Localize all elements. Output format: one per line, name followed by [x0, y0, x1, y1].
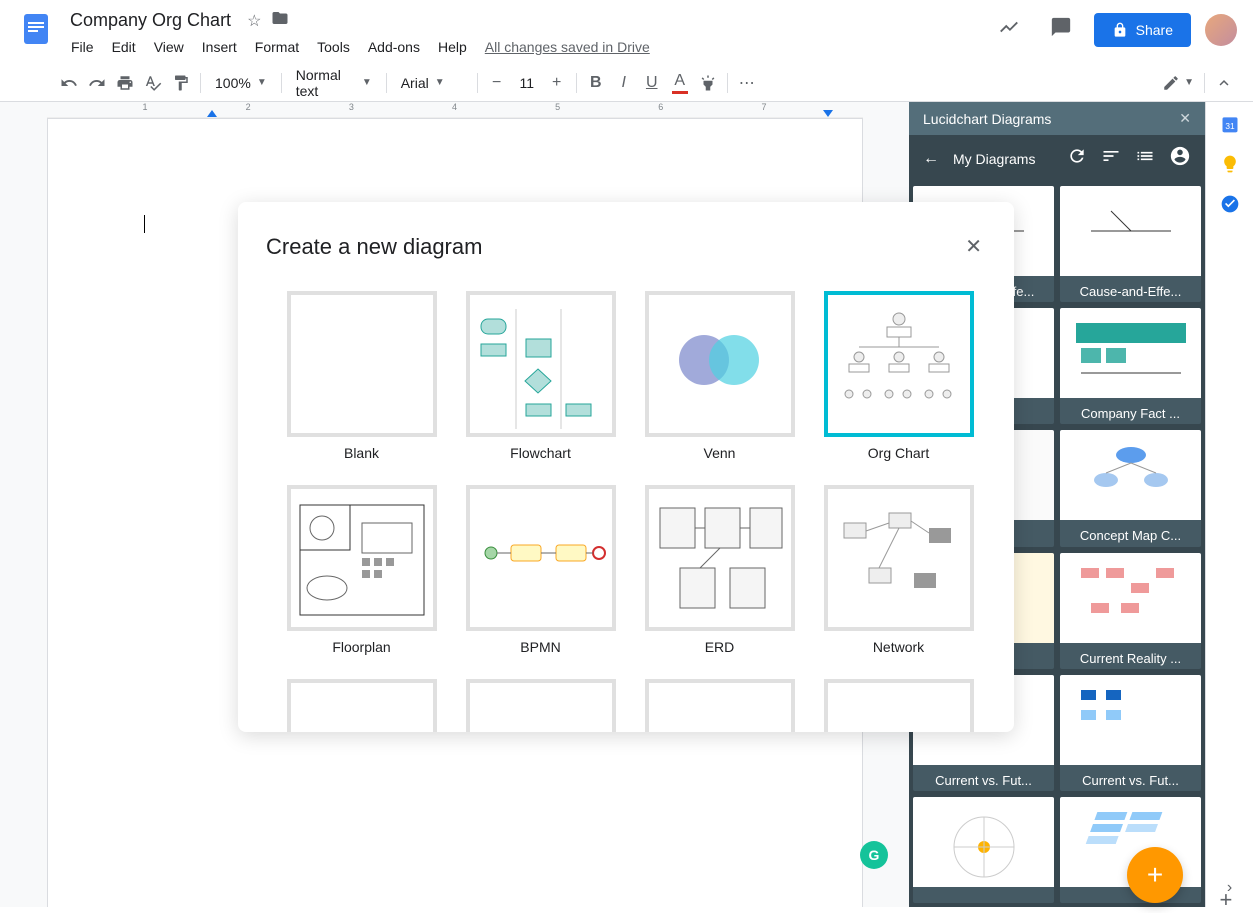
refresh-icon[interactable] [1067, 146, 1087, 171]
lucid-diagram-item[interactable]: Current Reality ... [1060, 553, 1201, 669]
svg-text:31: 31 [1225, 121, 1235, 131]
fab-new-button[interactable]: + [1127, 847, 1183, 903]
save-status[interactable]: All changes saved in Drive [478, 35, 657, 59]
star-icon[interactable]: ☆ [247, 11, 261, 31]
font-size-decrease[interactable]: − [484, 68, 510, 98]
share-label: Share [1136, 22, 1173, 38]
header: Company Org Chart ☆ File Edit View Inser… [0, 0, 1253, 64]
keep-icon[interactable] [1220, 154, 1240, 174]
menu-addons[interactable]: Add-ons [361, 35, 427, 59]
template-venn[interactable]: Venn [642, 291, 797, 461]
template-floorplan[interactable]: Floorplan [284, 485, 439, 655]
menu-file[interactable]: File [64, 35, 101, 59]
docs-logo[interactable] [16, 8, 56, 48]
indent-marker-right[interactable] [823, 110, 833, 117]
menu-view[interactable]: View [147, 35, 191, 59]
underline-icon[interactable]: U [639, 68, 665, 98]
template-network[interactable]: Network [821, 485, 976, 655]
toolbar: 100%▼ Normal text▼ Arial▼ − 11 + B I U A… [0, 64, 1253, 102]
lucid-diagram-item[interactable] [913, 797, 1054, 903]
ruler[interactable]: 1234567 [47, 102, 863, 118]
lucid-diagram-item[interactable]: Current vs. Fut... [1060, 675, 1201, 791]
template-item[interactable] [284, 679, 439, 732]
comments-icon[interactable] [1042, 8, 1080, 51]
tasks-icon[interactable] [1220, 194, 1240, 214]
font-size-increase[interactable]: + [544, 68, 570, 98]
user-avatar[interactable] [1205, 14, 1237, 46]
text-color-icon[interactable]: A [667, 66, 693, 100]
grammarly-icon[interactable]: G [860, 841, 888, 869]
activity-icon[interactable] [990, 8, 1028, 51]
close-icon[interactable]: ✕ [1179, 110, 1191, 127]
editing-mode-icon[interactable]: ▼ [1158, 68, 1198, 98]
template-erd[interactable]: ERD [642, 485, 797, 655]
template-item[interactable] [642, 679, 797, 732]
menu-edit[interactable]: Edit [105, 35, 143, 59]
menu-bar: File Edit View Insert Format Tools Add-o… [64, 35, 990, 59]
font-select[interactable]: Arial▼ [393, 71, 471, 95]
share-button[interactable]: Share [1094, 13, 1191, 47]
list-view-icon[interactable] [1135, 146, 1155, 171]
template-blank[interactable]: Blank [284, 291, 439, 461]
menu-tools[interactable]: Tools [310, 35, 357, 59]
print-icon[interactable] [112, 68, 138, 98]
undo-icon[interactable] [56, 68, 82, 98]
redo-icon[interactable] [84, 68, 110, 98]
more-icon[interactable]: ⋯ [734, 67, 760, 99]
text-cursor [144, 215, 145, 233]
create-diagram-modal: Create a new diagram ✕ Blank Flowchart V… [238, 202, 1014, 732]
lucid-diagram-item[interactable]: Cause-and-Effe... [1060, 186, 1201, 302]
menu-help[interactable]: Help [431, 35, 474, 59]
menu-insert[interactable]: Insert [195, 35, 244, 59]
paint-format-icon[interactable] [168, 68, 194, 98]
lucid-diagram-item[interactable]: Concept Map C... [1060, 430, 1201, 546]
account-icon[interactable] [1169, 145, 1191, 172]
close-icon[interactable]: ✕ [961, 230, 986, 263]
lucid-panel-title: Lucidchart Diagrams [923, 111, 1051, 127]
bold-icon[interactable]: B [583, 68, 609, 98]
document-title[interactable]: Company Org Chart [64, 8, 237, 33]
title-area: Company Org Chart ☆ File Edit View Inser… [64, 8, 990, 59]
style-select[interactable]: Normal text▼ [288, 63, 380, 103]
menu-format[interactable]: Format [248, 35, 306, 59]
lucid-nav-title: My Diagrams [953, 151, 1053, 167]
template-item[interactable] [463, 679, 618, 732]
indent-marker-left[interactable] [207, 110, 217, 117]
font-size-select[interactable]: 11 [512, 71, 542, 95]
move-folder-icon[interactable] [271, 9, 289, 32]
template-org-chart[interactable]: Org Chart [821, 291, 976, 461]
calendar-icon[interactable]: 31 [1220, 114, 1240, 134]
chevron-right-icon[interactable]: › [1227, 879, 1232, 897]
template-bpmn[interactable]: BPMN [463, 485, 618, 655]
zoom-select[interactable]: 100%▼ [207, 71, 275, 95]
back-arrow-icon[interactable]: ← [923, 150, 939, 168]
right-rail: 31 + › [1205, 102, 1253, 907]
italic-icon[interactable]: I [611, 68, 637, 98]
template-flowchart[interactable]: Flowchart [463, 291, 618, 461]
lucid-diagram-item[interactable]: Company Fact ... [1060, 308, 1201, 424]
collapse-toolbar-icon[interactable] [1211, 68, 1237, 98]
highlight-icon[interactable] [695, 68, 721, 98]
template-item[interactable] [821, 679, 976, 732]
sort-icon[interactable] [1101, 146, 1121, 171]
modal-title: Create a new diagram [266, 234, 482, 260]
spellcheck-icon[interactable] [140, 68, 166, 98]
